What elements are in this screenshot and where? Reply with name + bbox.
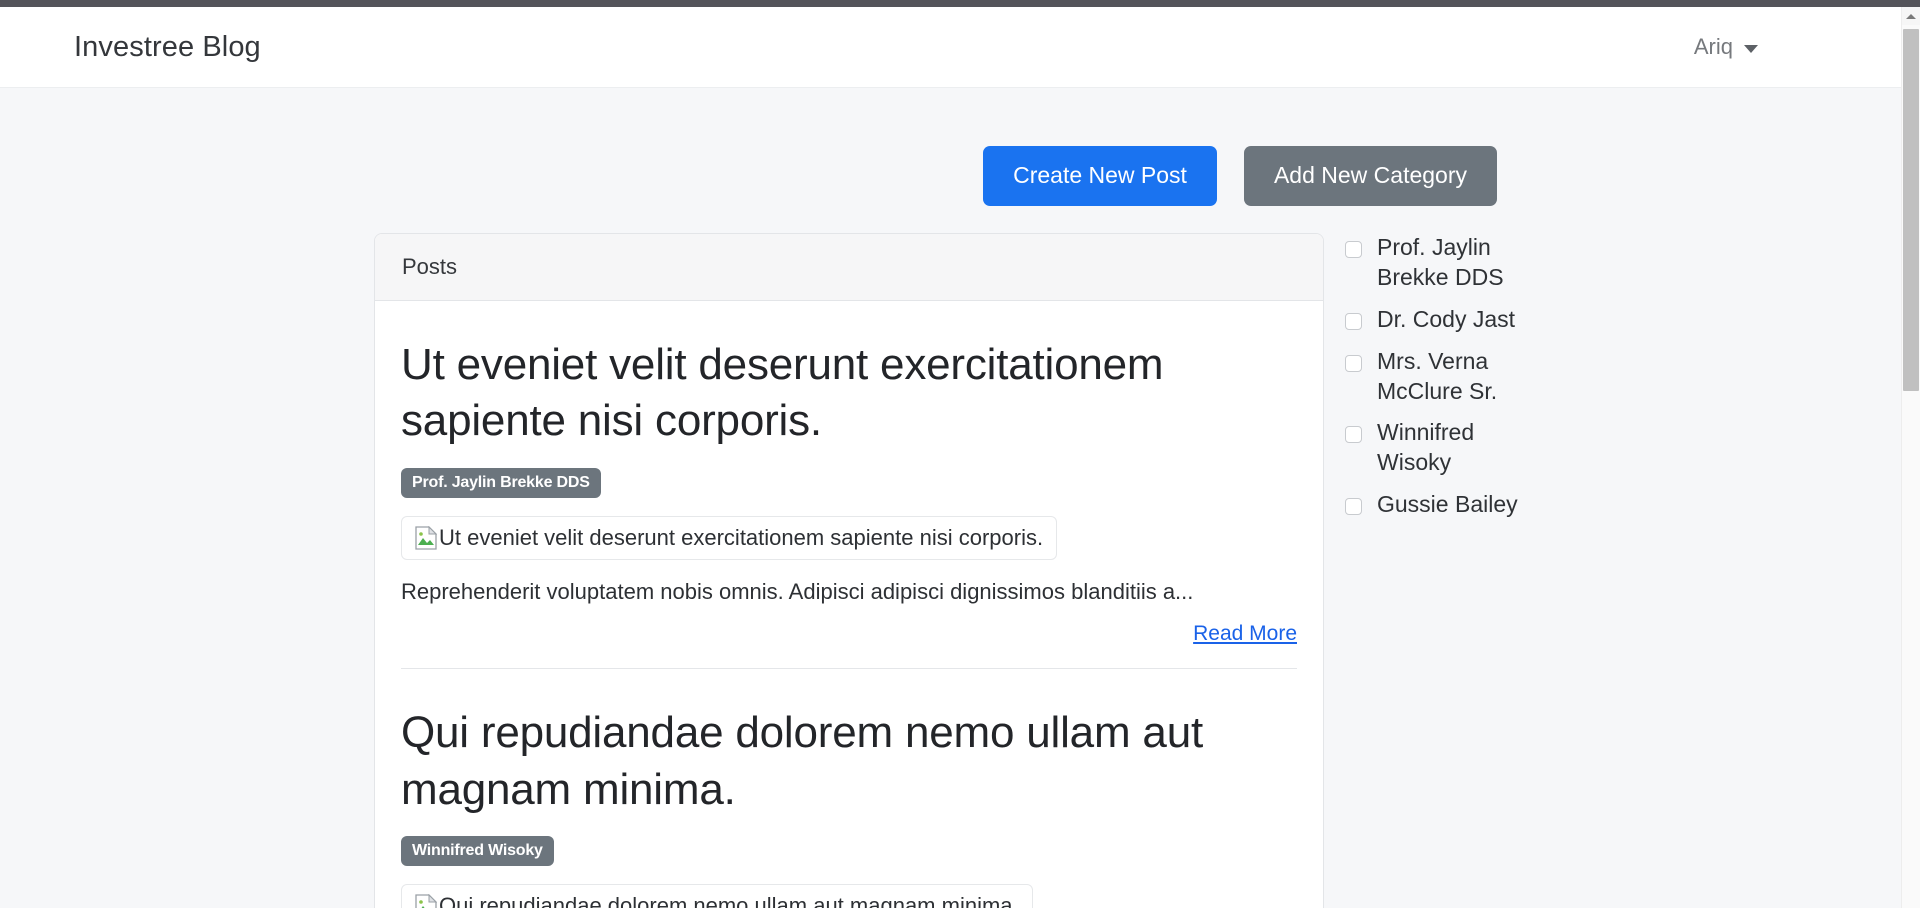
post-item: Qui repudiandae dolorem nemo ullam aut m… xyxy=(401,668,1297,908)
add-new-category-button[interactable]: Add New Category xyxy=(1243,146,1497,206)
user-menu-label: Ariq xyxy=(1693,34,1733,59)
post-item: Ut eveniet velit deserunt exercitationem… xyxy=(401,301,1297,668)
author-filter-checkbox[interactable] xyxy=(1345,354,1362,372)
author-filter-item[interactable]: Gussie Bailey xyxy=(1345,490,1645,520)
user-menu[interactable]: Ariq xyxy=(1694,34,1863,60)
author-filter-item[interactable]: Mrs. Verna McClure Sr. xyxy=(1345,347,1645,407)
read-more-link[interactable]: Read More xyxy=(1193,622,1297,645)
page-body: Create New Post Add New Category Posts U… xyxy=(0,89,1901,908)
post-image-alt-text: Qui repudiandae dolorem nemo ullam aut m… xyxy=(439,892,1019,908)
action-toolbar: Create New Post Add New Category xyxy=(0,146,1497,206)
posts-card: Posts Ut eveniet velit deserunt exercita… xyxy=(374,233,1324,908)
scrollbar-up-button[interactable] xyxy=(1902,7,1920,25)
authors-filter-list: Prof. Jaylin Brekke DDS Dr. Cody Jast Mrs.… xyxy=(1345,233,1645,532)
triangle-up-icon xyxy=(1906,13,1916,19)
author-filter-checkbox[interactable] xyxy=(1345,426,1362,444)
broken-image-icon xyxy=(415,525,437,550)
post-image[interactable]: Qui repudiandae dolorem nemo ullam aut m… xyxy=(401,883,1033,908)
author-filter-label: Dr. Cody Jast xyxy=(1377,305,1516,332)
author-filter-label: Prof. Jaylin Brekke DDS xyxy=(1377,234,1504,290)
create-new-post-button[interactable]: Create New Post xyxy=(983,146,1217,206)
navbar: Investree Blog Ariq xyxy=(0,7,1901,88)
author-filter-checkbox[interactable] xyxy=(1345,498,1362,516)
author-filter-item[interactable]: Dr. Cody Jast xyxy=(1345,305,1645,335)
post-image-alt-text: Ut eveniet velit deserunt exercitationem… xyxy=(439,524,1044,550)
author-filter-item[interactable]: Prof. Jaylin Brekke DDS xyxy=(1345,233,1645,293)
page-scrollbar[interactable] xyxy=(1901,7,1920,908)
author-filter-label: Mrs. Verna McClure Sr. xyxy=(1377,347,1498,404)
post-title[interactable]: Ut eveniet velit deserunt exercitationem… xyxy=(401,337,1297,450)
author-filter-checkbox[interactable] xyxy=(1345,241,1362,258)
author-filter-item[interactable]: Winnifred Wisoky xyxy=(1345,418,1645,478)
author-filter-label: Winnifred Wisoky xyxy=(1377,419,1475,476)
browser-chrome-strip xyxy=(0,0,1920,7)
post-author-badge[interactable]: Prof. Jaylin Brekke DDS xyxy=(401,467,601,498)
brand-title[interactable]: Investree Blog xyxy=(74,31,261,64)
scrollbar-thumb[interactable] xyxy=(1903,29,1919,391)
author-filter-checkbox[interactable] xyxy=(1345,312,1362,330)
post-title[interactable]: Qui repudiandae dolorem nemo ullam aut m… xyxy=(401,705,1297,818)
broken-image-icon xyxy=(415,893,437,908)
posts-card-header: Posts xyxy=(375,234,1323,301)
post-author-badge[interactable]: Winnifred Wisoky xyxy=(401,835,554,866)
post-excerpt: Reprehenderit voluptatem nobis omnis. Ad… xyxy=(401,578,1194,604)
post-readmore-row: Read More xyxy=(401,622,1297,646)
author-filter-label: Gussie Bailey xyxy=(1377,491,1518,518)
post-image[interactable]: Ut eveniet velit deserunt exercitationem… xyxy=(401,515,1058,560)
chevron-down-icon xyxy=(1744,45,1758,53)
posts-list: Ut eveniet velit deserunt exercitationem… xyxy=(375,301,1323,908)
